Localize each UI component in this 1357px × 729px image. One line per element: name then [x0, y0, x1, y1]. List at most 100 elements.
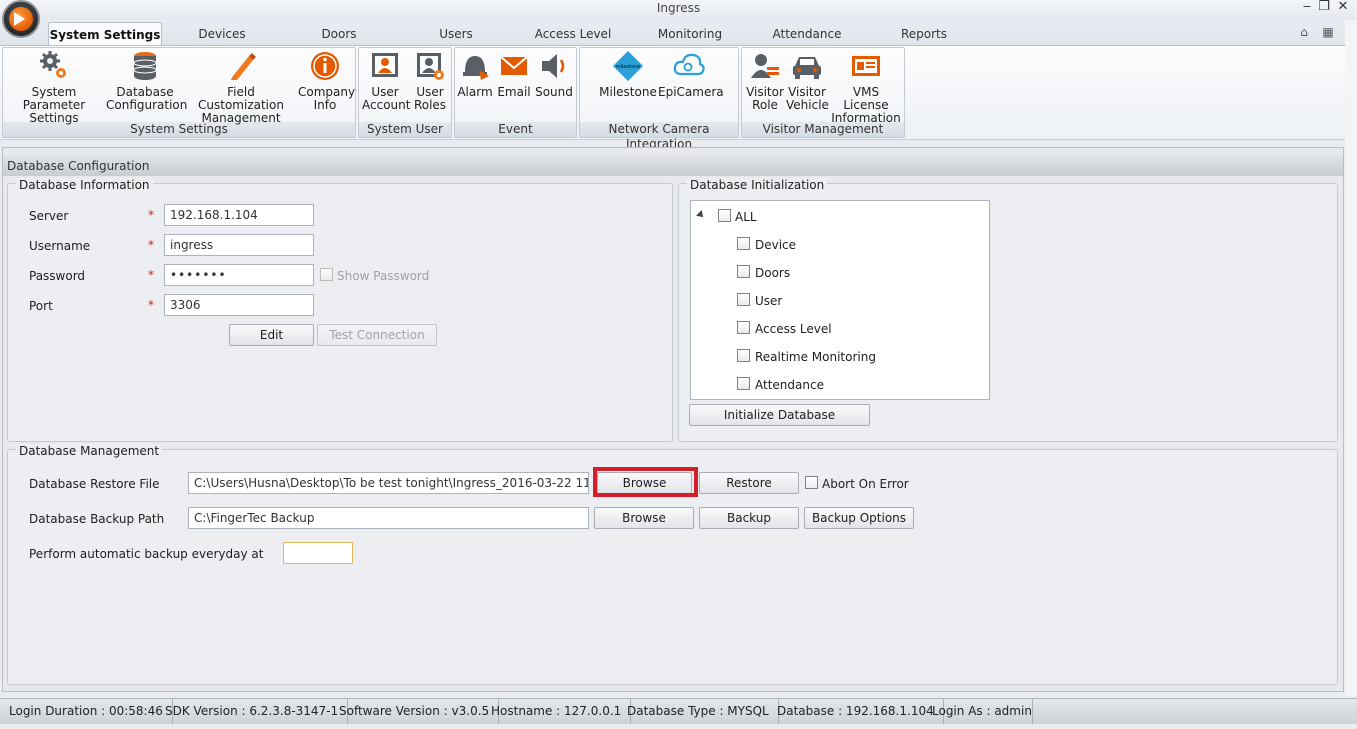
required-marker: *: [148, 268, 154, 282]
license-card-icon: [852, 56, 880, 76]
abort-on-error-checkbox[interactable]: [805, 476, 818, 489]
button-label: Database: [116, 85, 174, 99]
visitor-role-button[interactable]: Visitor Role: [745, 50, 785, 112]
status-software-version: Software Version : v3.0.5: [330, 698, 500, 724]
test-connection-button[interactable]: Test Connection: [317, 324, 437, 346]
browse-backup-button[interactable]: Browse: [594, 507, 694, 529]
user-roles-button[interactable]: User Roles: [408, 50, 452, 112]
tab-devices[interactable]: Devices: [185, 22, 259, 46]
button-label: Sound: [535, 85, 573, 99]
tab-system-settings[interactable]: System Settings: [48, 22, 162, 46]
button-label: Vehicle: [786, 98, 829, 112]
button-label: Settings: [29, 111, 79, 125]
epicamera-button[interactable]: EpiCamera: [658, 50, 724, 99]
tree-item-device: Device: [755, 238, 797, 252]
tab-users[interactable]: Users: [425, 22, 487, 46]
password-input[interactable]: •••••••: [164, 264, 314, 286]
button-label: Configuration: [106, 98, 188, 112]
button-label: Visitor: [746, 85, 784, 99]
all-checkbox[interactable]: [718, 209, 731, 222]
tree-item-realtime-monitoring: Realtime Monitoring: [755, 350, 876, 364]
database-information-group: [7, 183, 673, 442]
username-input[interactable]: ingress: [164, 234, 314, 256]
field-customization-button[interactable]: Field Customization Management: [186, 50, 296, 125]
group-label: Event: [455, 122, 576, 137]
server-input[interactable]: 192.168.1.104: [164, 204, 314, 226]
alarm-button[interactable]: Alarm: [456, 50, 494, 99]
company-info-button[interactable]: Company Info: [298, 50, 355, 112]
backup-button[interactable]: Backup: [699, 507, 799, 529]
envelope-icon: [500, 56, 528, 75]
button-label: EpiCamera: [658, 85, 724, 99]
backup-options-button[interactable]: Backup Options: [804, 507, 914, 529]
system-parameter-settings-button[interactable]: System Parameter Settings: [4, 50, 104, 125]
tree-item-attendance: Attendance: [755, 378, 824, 392]
database-information-legend: Database Information: [16, 178, 153, 192]
button-label: User: [416, 85, 444, 99]
edit-button[interactable]: Edit: [229, 324, 314, 346]
abort-on-error-label: Abort On Error: [822, 477, 909, 491]
user-checkbox[interactable]: [737, 293, 750, 306]
access-level-checkbox[interactable]: [737, 321, 750, 334]
tab-monitoring[interactable]: Monitoring: [650, 22, 730, 46]
button-label: Info: [313, 98, 337, 112]
database-configuration-button[interactable]: Database Configuration: [106, 50, 188, 112]
pencil-icon: [231, 53, 256, 80]
vms-license-button[interactable]: VMS License Information: [830, 50, 902, 125]
port-label: Port: [29, 299, 53, 313]
milestone-icon: milestone: [613, 51, 643, 81]
database-icon: [133, 52, 157, 80]
tab-doors[interactable]: Doors: [308, 22, 370, 46]
button-label: Roles: [413, 98, 447, 112]
app-menu-button[interactable]: [2, 0, 40, 38]
button-label: User: [371, 85, 399, 99]
required-marker: *: [148, 238, 154, 252]
auto-backup-label: Perform automatic backup everyday at: [29, 547, 264, 561]
home-icon[interactable]: ⌂: [1296, 24, 1312, 40]
restore-button[interactable]: Restore: [699, 472, 799, 494]
realtime-monitoring-checkbox[interactable]: [737, 349, 750, 362]
tree-item-all: ALL: [735, 210, 757, 224]
port-input[interactable]: 3306: [164, 294, 314, 316]
required-marker: *: [148, 298, 154, 312]
tab-attendance[interactable]: Attendance: [768, 22, 846, 46]
tab-reports[interactable]: Reports: [893, 22, 955, 46]
close-button[interactable]: ✕: [1334, 0, 1352, 16]
backup-path-input[interactable]: C:\FingerTec Backup: [188, 507, 589, 529]
user-account-button[interactable]: User Account: [362, 50, 411, 112]
play-icon: [14, 12, 25, 26]
device-checkbox[interactable]: [737, 237, 750, 250]
initialization-tree: [690, 200, 990, 400]
vertical-scrollbar[interactable]: [1345, 20, 1357, 696]
attendance-checkbox[interactable]: [737, 377, 750, 390]
window-title: Ingress: [656, 1, 701, 15]
visitor-vehicle-button[interactable]: Visitor Vehicle: [786, 50, 829, 112]
initialize-database-button[interactable]: Initialize Database: [689, 404, 870, 426]
highlight-box: [593, 467, 698, 497]
button-label: VMS License: [843, 85, 889, 112]
restore-file-input[interactable]: C:\Users\Husna\Desktop\To be test tonigh…: [188, 472, 589, 494]
show-password-checkbox[interactable]: [320, 268, 333, 281]
status-database-type: Database Type : MYSQL: [618, 698, 779, 724]
milestone-button[interactable]: milestone Milestone: [598, 50, 658, 99]
user-account-icon: [372, 53, 398, 77]
status-database: Database : 192.168.1.104: [768, 698, 944, 724]
tree-item-doors: Doors: [755, 266, 791, 280]
database-initialization-legend: Database Initialization: [687, 178, 828, 192]
button-label: Management: [201, 111, 281, 125]
gears-icon: [40, 51, 66, 78]
layout-icon[interactable]: ▦: [1320, 24, 1336, 40]
minimize-button[interactable]: ‒: [1298, 0, 1316, 16]
auto-backup-time-input[interactable]: [283, 542, 353, 564]
status-login-as: Login As : admin: [923, 698, 1033, 724]
status-login-duration: Login Duration : 00:58:46: [0, 698, 173, 724]
user-roles-icon: [417, 53, 444, 80]
tab-access-level[interactable]: Access Level: [528, 22, 618, 46]
restore-button[interactable]: ❐: [1315, 0, 1333, 16]
email-button[interactable]: Email: [495, 50, 533, 99]
button-label: Account: [362, 98, 411, 112]
backup-path-label: Database Backup Path: [29, 512, 165, 526]
doors-checkbox[interactable]: [737, 265, 750, 278]
status-hostname: Hostname : 127.0.0.1: [482, 698, 632, 724]
sound-button[interactable]: Sound: [534, 50, 574, 99]
